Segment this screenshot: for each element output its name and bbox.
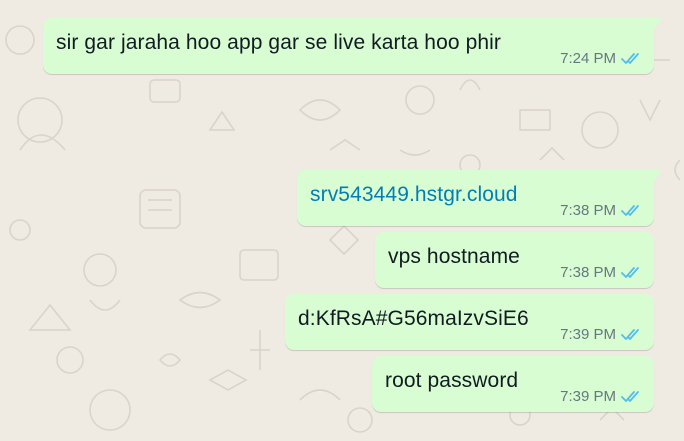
message-time: 7:38 PM	[560, 264, 616, 281]
double-check-icon	[621, 267, 639, 278]
bubble-tail	[653, 18, 662, 31]
message-meta: 7:24 PM	[560, 50, 642, 67]
message-bubble[interactable]: sir gar jaraha hoo app gar se live karta…	[43, 18, 662, 74]
double-check-icon	[621, 329, 639, 340]
message-time: 7:38 PM	[560, 202, 616, 219]
double-check-icon	[621, 205, 639, 216]
message-time: 7:39 PM	[560, 388, 616, 405]
message-bubble[interactable]: vps hostname 7:38 PM	[375, 232, 654, 288]
message-text: d:KfRsA#G56maIzvSiE6	[298, 307, 529, 330]
message-link[interactable]: srv543449.hstgr.cloud	[310, 183, 518, 207]
message-time: 7:24 PM	[560, 50, 616, 67]
message-meta: 7:39 PM	[560, 326, 642, 343]
message-text: root password	[385, 369, 519, 392]
message-bubble[interactable]: root password 7:39 PM	[372, 356, 654, 412]
message-bubble[interactable]: srv543449.hstgr.cloud 7:38 PM	[297, 170, 662, 226]
message-time: 7:39 PM	[560, 326, 616, 343]
message-bubble[interactable]: d:KfRsA#G56maIzvSiE6 7:39 PM	[285, 294, 654, 350]
message-meta: 7:38 PM	[560, 264, 642, 281]
double-check-icon	[621, 391, 639, 402]
message-meta: 7:38 PM	[560, 202, 642, 219]
message-text: vps hostname	[388, 245, 520, 268]
message-text: sir gar jaraha hoo app gar se live karta…	[56, 31, 501, 54]
bubble-tail	[653, 170, 662, 183]
message-list: sir gar jaraha hoo app gar se live karta…	[0, 0, 684, 441]
message-meta: 7:39 PM	[560, 388, 642, 405]
double-check-icon	[621, 53, 639, 64]
